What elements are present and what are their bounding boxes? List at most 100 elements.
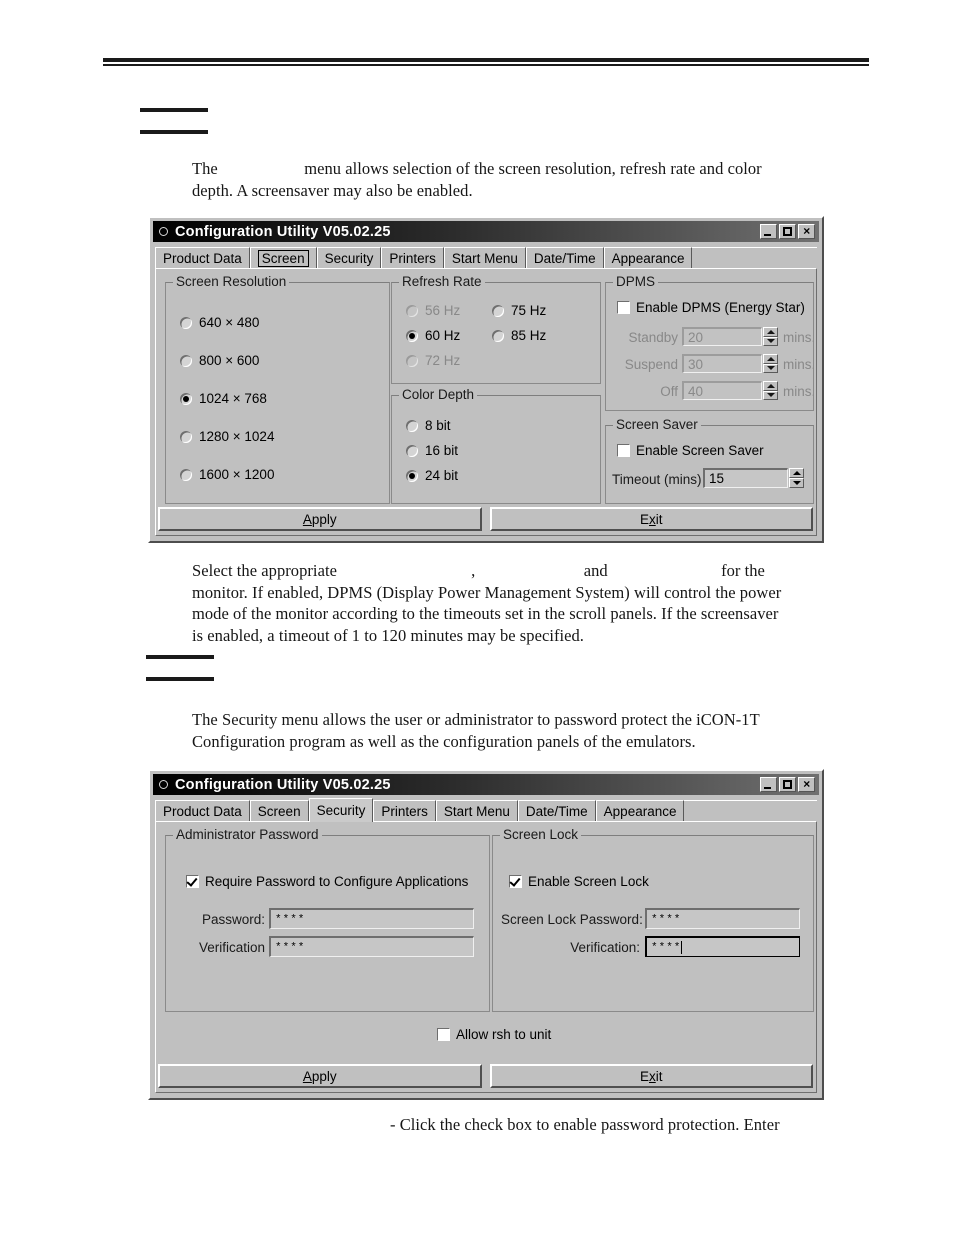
tab-security[interactable]: Security [308,798,374,822]
input-standby[interactable]: 20 [682,327,762,346]
spinner-up-icon[interactable] [763,381,778,391]
input-admin-verification[interactable]: **** [269,936,474,957]
group-refresh-rate: Refresh Rate 56 Hz 60 Hz 72 Hz 75 Hz 85 … [391,274,601,384]
radio-1600x1200[interactable]: 1600 × 1200 [180,467,274,482]
radio-label: 72 Hz [425,353,461,368]
radio-800x600[interactable]: 800 × 600 [180,353,259,368]
spinner-down-icon[interactable] [763,336,778,346]
checkbox-icon [617,444,630,457]
configuration-utility-window-security[interactable]: Configuration Utility V05.02.25 × Produc… [148,769,824,1100]
radio-icon [180,430,192,443]
minimize-button[interactable] [760,224,777,239]
tab-product-data[interactable]: Product Data [155,800,250,821]
group-screen-saver: Screen Saver Enable Screen Saver Timeout… [605,417,814,504]
tab-screen[interactable]: Screen [249,800,309,821]
input-value: 15 [709,471,725,486]
input-screen-lock-password[interactable]: **** [645,908,800,929]
radio-16bit[interactable]: 16 bit [406,443,458,458]
spinner-down-icon[interactable] [763,363,778,373]
input-suspend[interactable]: 30 [682,354,762,373]
radio-85hz[interactable]: 85 Hz [492,328,546,343]
spinner-up-icon[interactable] [763,327,778,337]
radio-72hz[interactable]: 72 Hz [406,353,460,368]
maximize-icon [783,227,792,236]
tab-date-time[interactable]: Date/Time [517,800,596,821]
spinner-up-icon[interactable] [763,354,778,364]
spinner-down-icon[interactable] [789,478,804,488]
spinner-down-icon[interactable] [763,390,778,400]
spinner-off[interactable] [763,381,778,400]
radio-60hz[interactable]: 60 Hz [406,328,460,343]
maximize-button[interactable] [779,224,796,239]
checkbox-enable-dpms[interactable]: Enable DPMS (Energy Star) [617,300,805,315]
exit-button[interactable]: Exit [489,1064,813,1088]
group-label: Color Depth [399,387,478,402]
input-admin-password[interactable]: **** [269,908,474,929]
window-menu-icon[interactable] [159,227,168,236]
label-screen-lock-verification: Verification: [570,940,640,955]
tab-screen[interactable]: Screen [249,247,317,268]
input-screen-lock-verification[interactable]: **** [645,936,800,957]
tab-label: Printers [389,250,436,266]
configuration-utility-window-screen[interactable]: Configuration Utility V05.02.25 × Produc… [148,216,824,543]
tab-start-menu[interactable]: Start Menu [435,800,518,821]
titlebar-screen[interactable]: Configuration Utility V05.02.25 × [153,221,819,242]
tab-label: Start Menu [451,250,518,266]
close-icon: × [802,777,810,791]
button-bar-screen: Apply Exit [158,507,813,531]
tab-start-menu[interactable]: Start Menu [443,247,526,268]
checkbox-enable-screen-lock[interactable]: Enable Screen Lock [509,874,649,889]
minimize-button[interactable] [760,777,777,792]
close-button[interactable]: × [798,777,815,792]
tab-product-data[interactable]: Product Data [155,247,250,268]
radio-56hz[interactable]: 56 Hz [406,303,460,318]
input-off[interactable]: 40 [682,381,762,400]
titlebar-buttons[interactable]: × [760,777,815,792]
tab-security[interactable]: Security [316,247,382,268]
radio-640x480[interactable]: 640 × 480 [180,315,259,330]
tab-appearance[interactable]: Appearance [603,247,693,268]
input-screensaver-timeout[interactable]: 15 [703,468,788,488]
radio-icon [406,304,418,317]
radio-label: 16 bit [425,443,459,458]
group-label: Refresh Rate [399,274,485,289]
close-button[interactable]: × [798,224,815,239]
radio-label: 800 × 600 [199,353,260,368]
spinner-suspend[interactable] [763,354,778,373]
radio-1024x768[interactable]: 1024 × 768 [180,391,267,406]
checkbox-allow-rsh[interactable]: Allow rsh to unit [437,1027,551,1042]
spinner-screensaver-timeout[interactable] [789,468,804,488]
window-menu-icon[interactable] [159,780,168,789]
group-screen-resolution: Screen Resolution 640 × 480 800 × 600 10… [165,274,390,504]
titlebar-security[interactable]: Configuration Utility V05.02.25 × [153,774,819,795]
checkbox-enable-screen-saver[interactable]: Enable Screen Saver [617,443,764,458]
checkbox-icon [509,875,522,888]
apply-button[interactable]: Apply [158,507,482,531]
apply-button[interactable]: Apply [158,1064,482,1088]
spinner-standby[interactable] [763,327,778,346]
label-standby: Standby [628,330,678,345]
radio-icon [492,329,504,342]
radio-8bit[interactable]: 8 bit [406,418,451,433]
checkbox-require-password[interactable]: Require Password to Configure Applicatio… [186,874,468,889]
radio-24bit[interactable]: 24 bit [406,468,458,483]
tabstrip-security[interactable]: Product Data Screen Security Printers St… [155,797,817,822]
apply-label: Apply [302,1068,337,1084]
tab-appearance[interactable]: Appearance [595,800,685,821]
radio-75hz[interactable]: 75 Hz [492,303,546,318]
tab-date-time[interactable]: Date/Time [525,247,604,268]
input-value: 40 [688,383,704,399]
exit-button[interactable]: Exit [489,507,813,531]
label-timeout: Timeout (mins) [612,472,702,487]
maximize-button[interactable] [779,777,796,792]
radio-icon [180,392,192,405]
caption-rest: monitor. If enabled, DPMS (Display Power… [192,582,782,645]
caption-forthe: for the [721,561,765,580]
spinner-up-icon[interactable] [789,468,804,478]
radio-1280x1024[interactable]: 1280 × 1024 [180,429,274,444]
group-label: Screen Lock [500,827,582,842]
titlebar-buttons[interactable]: × [760,224,815,239]
tab-printers[interactable]: Printers [373,800,436,821]
tabstrip-screen[interactable]: Product Data Screen Security Printers St… [155,244,817,269]
tab-printers[interactable]: Printers [381,247,444,268]
